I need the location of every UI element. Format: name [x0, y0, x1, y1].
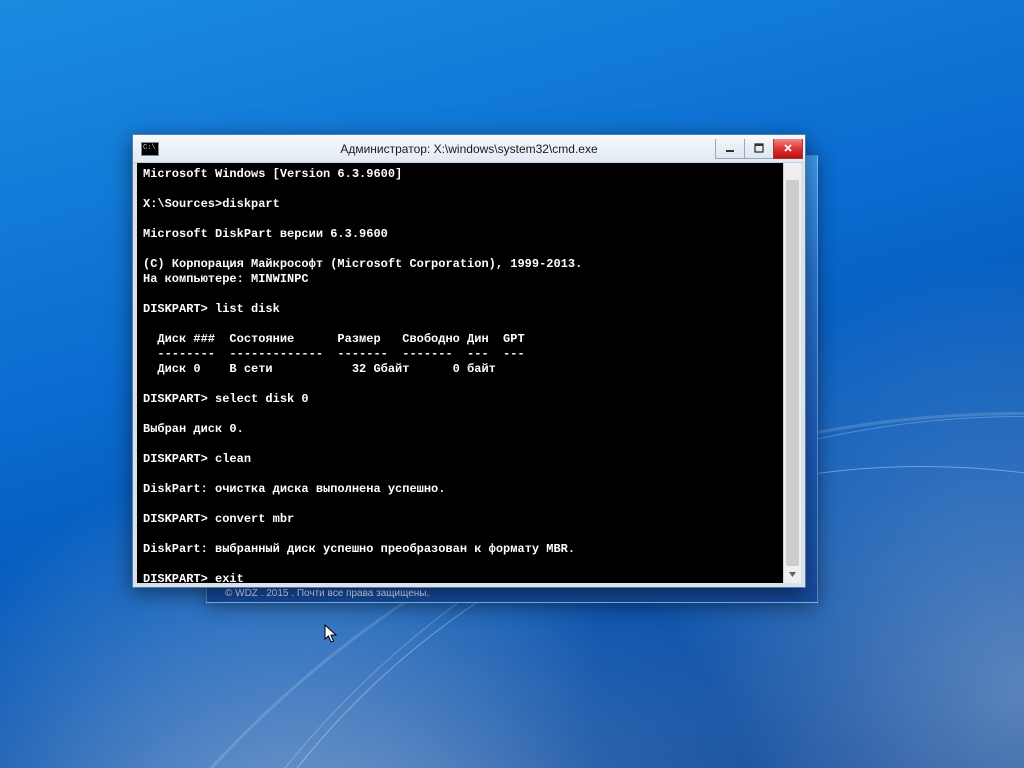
- scrollbar[interactable]: [783, 163, 801, 583]
- console-line: [143, 497, 781, 512]
- console-frame: Microsoft Windows [Version 6.3.9600] X:\…: [133, 163, 805, 587]
- console-line: DiskPart: очистка диска выполнена успешн…: [143, 482, 781, 497]
- maximize-button[interactable]: [744, 139, 774, 159]
- console-line: [143, 527, 781, 542]
- mouse-cursor-icon: [324, 624, 340, 646]
- console-line: DISKPART> clean: [143, 452, 781, 467]
- console-line: Microsoft Windows [Version 6.3.9600]: [143, 167, 781, 182]
- console-line: [143, 437, 781, 452]
- console-line: [143, 287, 781, 302]
- cmd-icon: [141, 142, 159, 156]
- close-icon: [783, 143, 793, 153]
- console-line: DISKPART> select disk 0: [143, 392, 781, 407]
- console-line: Выбран диск 0.: [143, 422, 781, 437]
- console-line: DISKPART> exit: [143, 572, 781, 583]
- console-line: DiskPart: выбранный диск успешно преобра…: [143, 542, 781, 557]
- console-line: DISKPART> list disk: [143, 302, 781, 317]
- console-line: -------- ------------- ------- ------- -…: [143, 347, 781, 362]
- close-button[interactable]: [773, 139, 803, 159]
- console-line: [143, 467, 781, 482]
- console-line: [143, 242, 781, 257]
- console-line: [143, 182, 781, 197]
- console-line: (C) Корпорация Майкрософт (Microsoft Cor…: [143, 257, 781, 272]
- console-line: X:\Sources>diskpart: [143, 197, 781, 212]
- scroll-thumb[interactable]: [786, 180, 799, 566]
- maximize-icon: [754, 143, 764, 153]
- console-output: Microsoft Windows [Version 6.3.9600] X:\…: [143, 167, 781, 583]
- cmd-window: Администратор: X:\windows\system32\cmd.e…: [132, 134, 806, 588]
- console-line: Диск ### Состояние Размер Свободно Дин G…: [143, 332, 781, 347]
- window-title: Администратор: X:\windows\system32\cmd.e…: [133, 142, 805, 156]
- minimize-icon: [725, 143, 735, 153]
- titlebar[interactable]: Администратор: X:\windows\system32\cmd.e…: [133, 135, 805, 163]
- scroll-down-button[interactable]: [784, 566, 801, 583]
- console-line: [143, 557, 781, 572]
- console-line: Microsoft DiskPart версии 6.3.9600: [143, 227, 781, 242]
- console-line: [143, 317, 781, 332]
- console-line: DISKPART> convert mbr: [143, 512, 781, 527]
- console-line: [143, 407, 781, 422]
- console-line: [143, 212, 781, 227]
- console-line: [143, 377, 781, 392]
- console[interactable]: Microsoft Windows [Version 6.3.9600] X:\…: [137, 163, 801, 583]
- chevron-down-icon: [788, 570, 797, 579]
- window-controls: [716, 139, 805, 159]
- console-line: Диск 0 В сети 32 Gбайт 0 байт: [143, 362, 781, 377]
- console-line: На компьютере: MINWINPC: [143, 272, 781, 287]
- minimize-button[interactable]: [715, 139, 745, 159]
